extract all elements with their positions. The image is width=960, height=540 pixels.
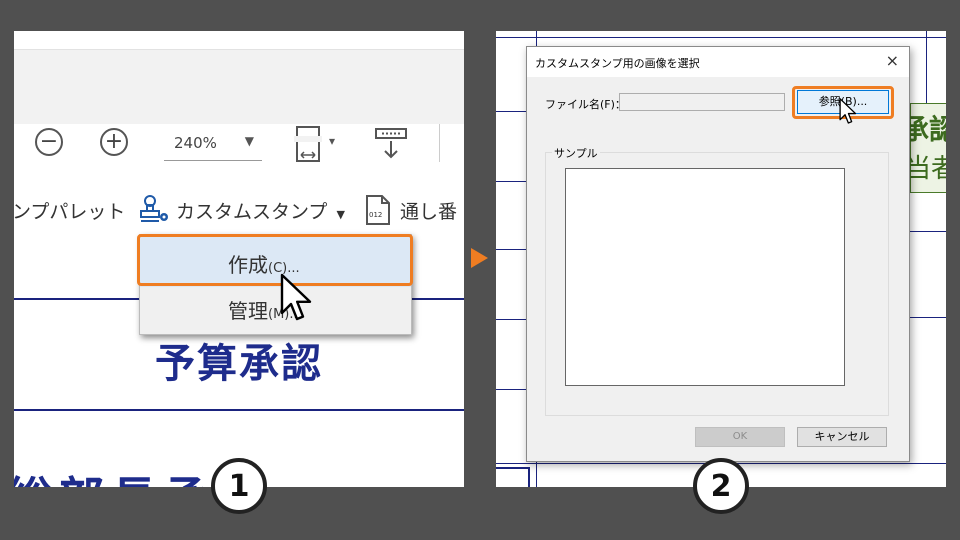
document-rule [496,319,526,320]
document-cell [496,467,530,487]
custom-stamp-menu-button[interactable]: カスタムスタンプ ▼ [176,197,345,224]
dialog-title: カスタムスタンプ用の画像を選択 [535,57,700,70]
document-rule [536,31,537,46]
chevron-down-icon: ▾ [329,134,336,148]
document-rule [496,389,526,390]
file-name-label: ファイル名(F)： [545,98,626,111]
page-toolbar [14,49,464,124]
select-image-dialog: カスタムスタンプ用の画像を選択 × ファイル名(F)： 参照(B)... サンプ… [526,46,910,462]
stamp-text-line2: 当者 [905,154,946,184]
scroll-mode-icon [375,128,407,159]
document-rule [910,231,946,232]
document-title: 予算承認 [155,340,323,387]
document-rule [496,111,526,112]
minus-icon: − [39,129,59,154]
close-icon[interactable]: × [886,51,899,70]
sample-label: サンプル [552,145,600,161]
step2-screenshot-panel: 承認 当者 カスタムスタンプ用の画像を選択 × ファイル名(F)： 参照(B).… [496,31,946,487]
document-rule [496,249,526,250]
document-rule [910,317,946,318]
dialog-titlebar: カスタムスタンプ用の画像を選択 × [527,47,909,77]
document-rule [926,31,927,103]
sample-preview-area [565,168,845,386]
custom-stamp-icon [138,193,172,231]
document-rule [496,37,946,38]
bates-icon-text: 012 [369,211,383,219]
custom-stamp-label: カスタムスタンプ [176,201,328,223]
chevron-down-icon: ▼ [244,134,254,148]
step-badge-1: 1 [211,458,267,514]
step1-screenshot-panel: − + 240% ▼ ▾ ンプパレット カスタムスタンプ ▼ 012 通し番 予… [14,31,464,487]
zoom-out-button[interactable]: − [35,128,63,156]
next-step-arrow-icon [471,248,488,268]
highlight-frame [137,234,413,286]
document-rule [14,409,464,411]
tab-bar [14,31,464,49]
stamp-palette-label[interactable]: ンプパレット [14,197,125,224]
file-name-input[interactable] [619,93,785,111]
bates-numbering-label[interactable]: 通し番 [400,197,457,224]
zoom-level-dropdown[interactable]: 240% ▼ [164,128,262,161]
ok-button[interactable]: OK [695,427,785,447]
mouse-cursor-icon [280,273,312,321]
document-rule [536,462,537,487]
zoom-in-button[interactable]: + [100,128,128,156]
scroll-mode-button[interactable] [374,127,410,165]
zoom-value: 240% [174,134,217,152]
menu-item-manage[interactable]: 管理(M)... [140,287,411,333]
chevron-down-icon: ▼ [336,208,345,221]
stamp-preview-partial: 承認 当者 [901,103,946,193]
document-rule [496,181,526,182]
mouse-cursor-icon [839,98,857,124]
plus-icon: + [104,129,124,154]
menu-item-manage-label: 管理 [228,299,268,323]
bates-number-icon: 012 [365,194,391,230]
step-badge-2: 2 [693,458,749,514]
toolbar-divider [439,124,440,162]
cancel-button[interactable]: キャンセル [797,427,887,447]
